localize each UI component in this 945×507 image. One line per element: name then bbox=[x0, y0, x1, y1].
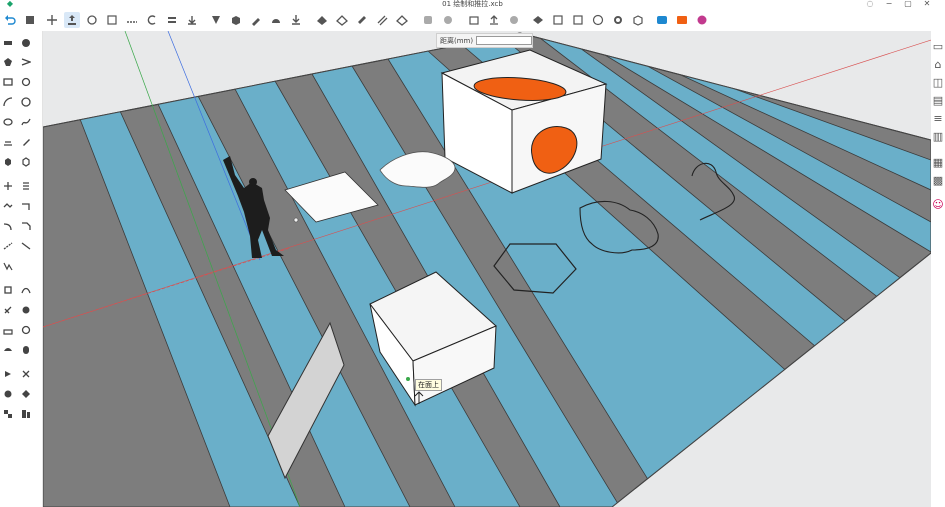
layers-icon[interactable] bbox=[550, 12, 566, 28]
twist-tool-icon[interactable] bbox=[19, 367, 33, 381]
list-tool-icon[interactable] bbox=[19, 179, 33, 193]
title-bar: 01 绘制和推拉.xcb ◆ ◌ − ▢ ✕ bbox=[0, 0, 945, 9]
layers-panel-icon[interactable]: ▤ bbox=[933, 94, 943, 107]
undo-icon[interactable] bbox=[2, 12, 18, 28]
scale-tool-icon[interactable] bbox=[1, 199, 15, 213]
trim-tool-icon[interactable] bbox=[19, 239, 33, 253]
ungroup-icon[interactable] bbox=[440, 12, 456, 28]
move-icon[interactable] bbox=[84, 12, 100, 28]
camera-icon[interactable] bbox=[654, 12, 670, 28]
ellipse-tool-icon[interactable] bbox=[1, 115, 15, 129]
scenes-icon[interactable] bbox=[570, 12, 586, 28]
push-pull-icon[interactable] bbox=[64, 12, 80, 28]
group-icon[interactable] bbox=[420, 12, 436, 28]
measure-tool-icon[interactable] bbox=[1, 259, 15, 273]
subtract-icon[interactable] bbox=[334, 12, 350, 28]
measurement-box: 距离(mm) bbox=[436, 33, 533, 48]
shell-tool-icon[interactable] bbox=[1, 323, 15, 337]
material-icon[interactable] bbox=[248, 12, 264, 28]
intersect-icon[interactable] bbox=[354, 12, 370, 28]
extend-tool-icon[interactable] bbox=[1, 239, 15, 253]
fillet-tool-icon[interactable] bbox=[1, 219, 15, 233]
array-tool-icon[interactable] bbox=[1, 407, 15, 421]
bend-tool-icon[interactable] bbox=[1, 367, 15, 381]
close-icon[interactable]: ✕ bbox=[921, 0, 933, 8]
follow-me-icon[interactable] bbox=[208, 12, 224, 28]
styles-panel-icon[interactable]: ≡ bbox=[933, 112, 943, 125]
taper-tool-icon[interactable] bbox=[1, 387, 15, 401]
warp-tool-icon[interactable] bbox=[19, 387, 33, 401]
rotate-icon[interactable] bbox=[104, 12, 120, 28]
shadows-panel-icon[interactable]: ▩ bbox=[933, 174, 943, 187]
freehand-tool-icon[interactable] bbox=[19, 115, 33, 129]
tape-icon[interactable] bbox=[144, 12, 160, 28]
account-icon[interactable]: ◌ bbox=[864, 0, 876, 8]
polygon-tool-icon[interactable] bbox=[1, 55, 15, 69]
maximize-icon[interactable]: ▢ bbox=[902, 0, 914, 8]
render-icon[interactable] bbox=[674, 12, 690, 28]
corner-tool-icon[interactable] bbox=[19, 199, 33, 213]
materials-panel-icon[interactable]: ⌂ bbox=[933, 58, 943, 71]
arc-tool-icon[interactable] bbox=[1, 95, 15, 109]
axes-tool-icon[interactable] bbox=[1, 179, 15, 193]
split-icon[interactable] bbox=[394, 12, 410, 28]
group-tool-icon[interactable] bbox=[19, 155, 33, 169]
cube-icon[interactable] bbox=[630, 12, 646, 28]
scale-icon[interactable] bbox=[124, 12, 140, 28]
loft-tool-icon[interactable] bbox=[19, 303, 33, 317]
menu-icon[interactable] bbox=[22, 12, 38, 28]
pie-tool-icon[interactable] bbox=[19, 95, 33, 109]
cylinder-tool-icon[interactable] bbox=[19, 343, 33, 357]
rectangle-tool-icon[interactable] bbox=[1, 75, 15, 89]
plugin-icon[interactable] bbox=[694, 12, 710, 28]
outliner-panel-icon[interactable]: ▦ bbox=[933, 156, 943, 169]
offset-icon[interactable] bbox=[164, 12, 180, 28]
scenes-panel-icon[interactable]: ▥ bbox=[933, 130, 943, 143]
app-logo-icon: ◆ bbox=[6, 0, 14, 8]
export-icon[interactable] bbox=[486, 12, 502, 28]
components-panel-icon[interactable]: ◫ bbox=[933, 76, 943, 89]
main-toolbar bbox=[0, 9, 945, 32]
text-icon[interactable] bbox=[288, 12, 304, 28]
revolve-tool-icon[interactable] bbox=[19, 323, 33, 337]
inference-tooltip: 在面上 bbox=[415, 379, 442, 391]
select-icon[interactable] bbox=[44, 12, 60, 28]
scene-canvas[interactable] bbox=[43, 31, 931, 507]
right-panel: ▭ ⌂ ◫ ▤ ≡ ▥ ▦ ▩ ☺ bbox=[930, 31, 945, 507]
import-icon[interactable] bbox=[466, 12, 482, 28]
share-icon[interactable] bbox=[506, 12, 522, 28]
rotated-rect-tool-icon[interactable] bbox=[19, 75, 33, 89]
section-icon[interactable] bbox=[268, 12, 284, 28]
component-tool-icon[interactable] bbox=[1, 155, 15, 169]
smooth-tool-icon[interactable] bbox=[1, 343, 15, 357]
settings-icon[interactable] bbox=[610, 12, 626, 28]
union-icon[interactable] bbox=[314, 12, 330, 28]
circle-tool-icon[interactable] bbox=[19, 36, 33, 50]
user-avatar[interactable]: ☺ bbox=[932, 198, 943, 211]
paint-icon[interactable] bbox=[184, 12, 200, 28]
left-tool-palette bbox=[0, 31, 43, 507]
help-icon[interactable] bbox=[590, 12, 606, 28]
push-tool-icon[interactable] bbox=[1, 283, 15, 297]
measurement-input[interactable] bbox=[476, 36, 533, 45]
line-tool-icon[interactable] bbox=[1, 36, 15, 50]
component-icon[interactable] bbox=[228, 12, 244, 28]
window-title: 01 绘制和推拉.xcb bbox=[442, 0, 503, 8]
view-icon[interactable] bbox=[530, 12, 546, 28]
3d-viewport[interactable] bbox=[43, 31, 931, 507]
minimize-icon[interactable]: − bbox=[883, 0, 895, 8]
entity-info-icon[interactable]: ▭ bbox=[933, 40, 943, 53]
measurement-label: 距离(mm) bbox=[440, 36, 474, 45]
chamfer-tool-icon[interactable] bbox=[19, 219, 33, 233]
sweep-tool-icon[interactable] bbox=[1, 303, 15, 317]
follow-tool-icon[interactable] bbox=[19, 283, 33, 297]
text-tool-icon[interactable] bbox=[1, 135, 15, 149]
arrow-tool-icon[interactable] bbox=[19, 55, 33, 69]
material-tool-icon[interactable] bbox=[19, 135, 33, 149]
trim-icon[interactable] bbox=[374, 12, 390, 28]
mirror-tool-icon[interactable] bbox=[19, 407, 33, 421]
